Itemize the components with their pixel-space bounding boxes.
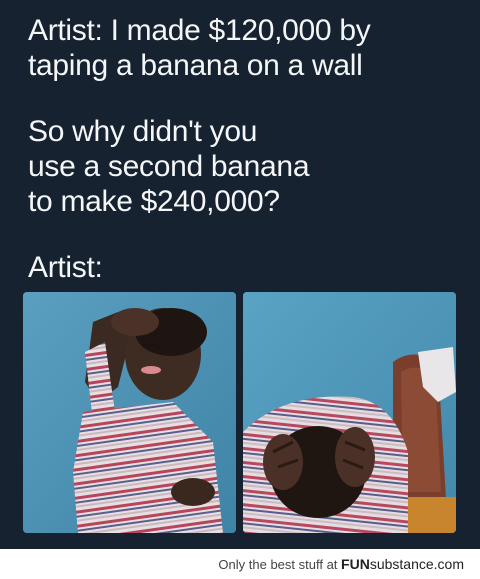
setup-caption: Artist: I made $120,000 by taping a bana…: [28, 13, 371, 83]
watermark-text: Only the best stuff at FUNsubstance.com: [218, 556, 464, 572]
brand-tail: .com: [433, 556, 464, 572]
brand-fun: FUN: [341, 556, 370, 572]
watermark-bar: Only the best stuff at FUNsubstance.com: [0, 549, 480, 579]
brand-sub: substance: [369, 556, 434, 572]
reaction-label: Artist:: [28, 251, 103, 284]
caption-line: taping a banana on a wall: [28, 49, 363, 82]
crying-child-illustration: [23, 292, 236, 533]
caption-line: use a second banana: [28, 150, 310, 183]
child-holding-head-illustration: [243, 292, 456, 533]
child-holding-head-image: [243, 292, 456, 533]
watermark-tagline: Only the best stuff at: [218, 557, 338, 572]
caption-line: So why didn't you: [28, 115, 258, 148]
caption-line: to make $240,000?: [28, 185, 280, 218]
question-caption: So why didn't you use a second banana to…: [28, 114, 310, 219]
crying-child-image: [23, 292, 236, 533]
caption-line: Artist: I made $120,000 by: [28, 14, 371, 47]
